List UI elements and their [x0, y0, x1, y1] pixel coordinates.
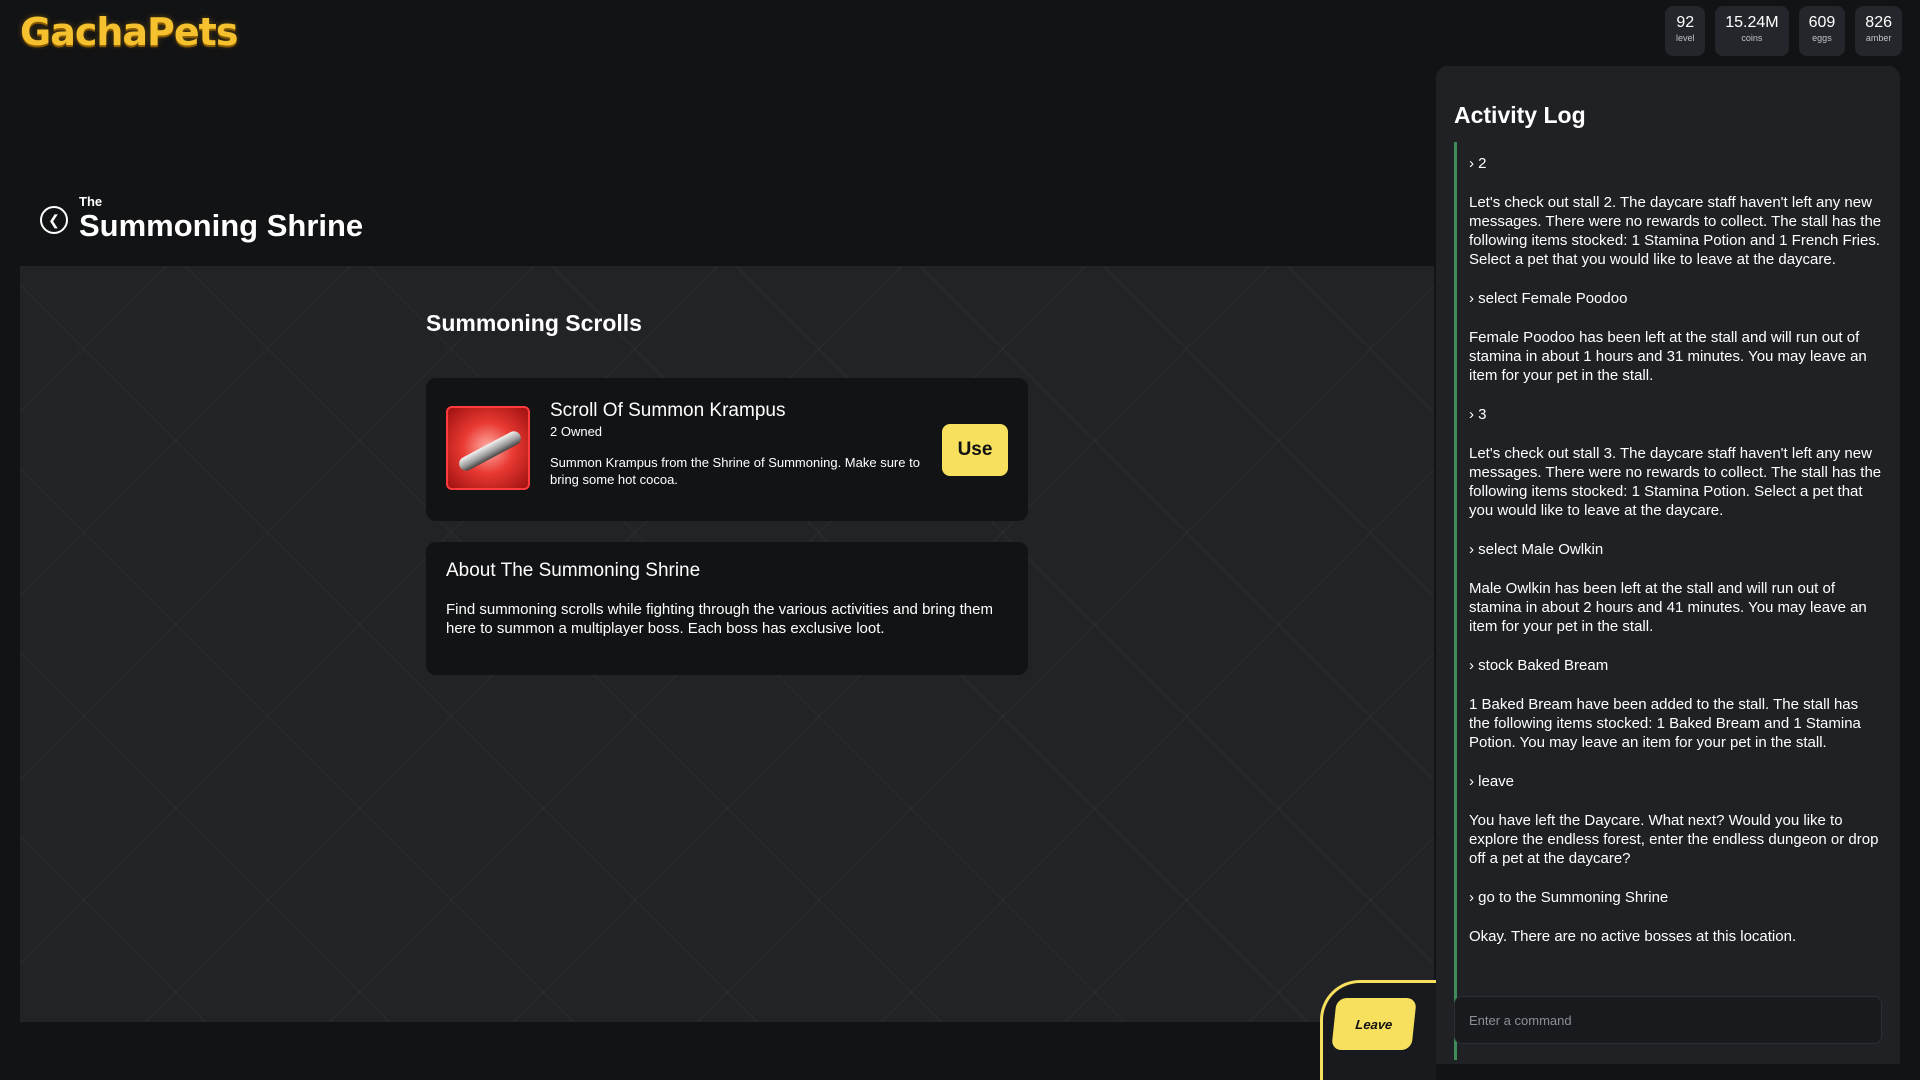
log-command: › select Male Owlkin — [1469, 540, 1882, 559]
chevron-left-icon: ❮ — [48, 212, 60, 228]
log-response: Let's check out stall 2. The daycare sta… — [1469, 194, 1882, 268]
stat-amber-value: 826 — [1865, 14, 1892, 31]
stat-level-label: level — [1675, 33, 1695, 43]
log-command: › stock Baked Bream — [1469, 656, 1882, 675]
gachapets-logo[interactable]: GachaPets — [20, 10, 238, 54]
log-response: Let's check out stall 3. The daycare sta… — [1469, 445, 1882, 519]
log-response: Female Poodoo has been left at the stall… — [1469, 328, 1882, 385]
stat-level[interactable]: 92 level — [1665, 6, 1706, 56]
stat-coins[interactable]: 15.24M coins — [1715, 6, 1789, 56]
activity-log-title: Activity Log — [1454, 102, 1586, 128]
leave-button[interactable]: Leave — [1331, 998, 1417, 1050]
scroll-icon — [456, 428, 524, 474]
page-title: Summoning Shrine — [79, 208, 364, 243]
page-kicker: The — [79, 194, 103, 209]
back-button[interactable]: ❮ — [40, 206, 68, 234]
stat-coins-value: 15.24M — [1725, 14, 1779, 31]
stat-amber-label: amber — [1865, 33, 1892, 43]
log-command: › select Female Poodoo — [1469, 289, 1882, 308]
log-response: Male Owlkin has been left at the stall a… — [1469, 579, 1882, 636]
main-panel: Summoning Scrolls Scroll Of Summon Kramp… — [20, 266, 1434, 1022]
about-title: About The Summoning Shrine — [446, 560, 701, 581]
about-text: Find summoning scrolls while fighting th… — [446, 601, 993, 637]
about-card: About The Summoning Shrine Find summonin… — [426, 542, 1028, 675]
scroll-name: Scroll Of Summon Krampus — [550, 400, 786, 421]
log-command: › 3 — [1469, 405, 1882, 424]
stat-amber[interactable]: 826 amber — [1855, 6, 1902, 56]
log-command: › 2 — [1469, 154, 1882, 173]
activity-log-panel: Activity Log › 2 Let's check out stall 2… — [1436, 66, 1900, 1064]
log-response: You have left the Daycare. What next? Wo… — [1469, 811, 1882, 868]
stat-coins-label: coins — [1741, 33, 1763, 43]
section-title: Summoning Scrolls — [426, 310, 642, 336]
log-command: › go to the Summoning Shrine — [1469, 888, 1882, 907]
scroll-card: Scroll Of Summon Krampus 2 Owned Summon … — [426, 378, 1028, 521]
activity-log-list[interactable]: › 2 Let's check out stall 2. The daycare… — [1454, 142, 1882, 1060]
stat-level-value: 92 — [1676, 14, 1695, 31]
scroll-owned-count: 2 Owned — [550, 424, 603, 439]
scroll-item-image — [446, 406, 530, 490]
scroll-description: Summon Krampus from the Shrine of Summon… — [550, 455, 920, 487]
stat-eggs-value: 609 — [1808, 14, 1836, 31]
stat-eggs[interactable]: 609 eggs — [1798, 6, 1846, 56]
command-input[interactable] — [1454, 996, 1882, 1044]
log-command: › leave — [1469, 772, 1882, 791]
use-button[interactable]: Use — [942, 424, 1008, 476]
stats-bar: 92 level 15.24M coins 609 eggs 826 amber — [1665, 6, 1902, 56]
stat-eggs-label: eggs — [1812, 33, 1832, 43]
log-response: Okay. There are no active bosses at this… — [1469, 927, 1882, 946]
log-response: 1 Baked Bream have been added to the sta… — [1469, 695, 1882, 752]
